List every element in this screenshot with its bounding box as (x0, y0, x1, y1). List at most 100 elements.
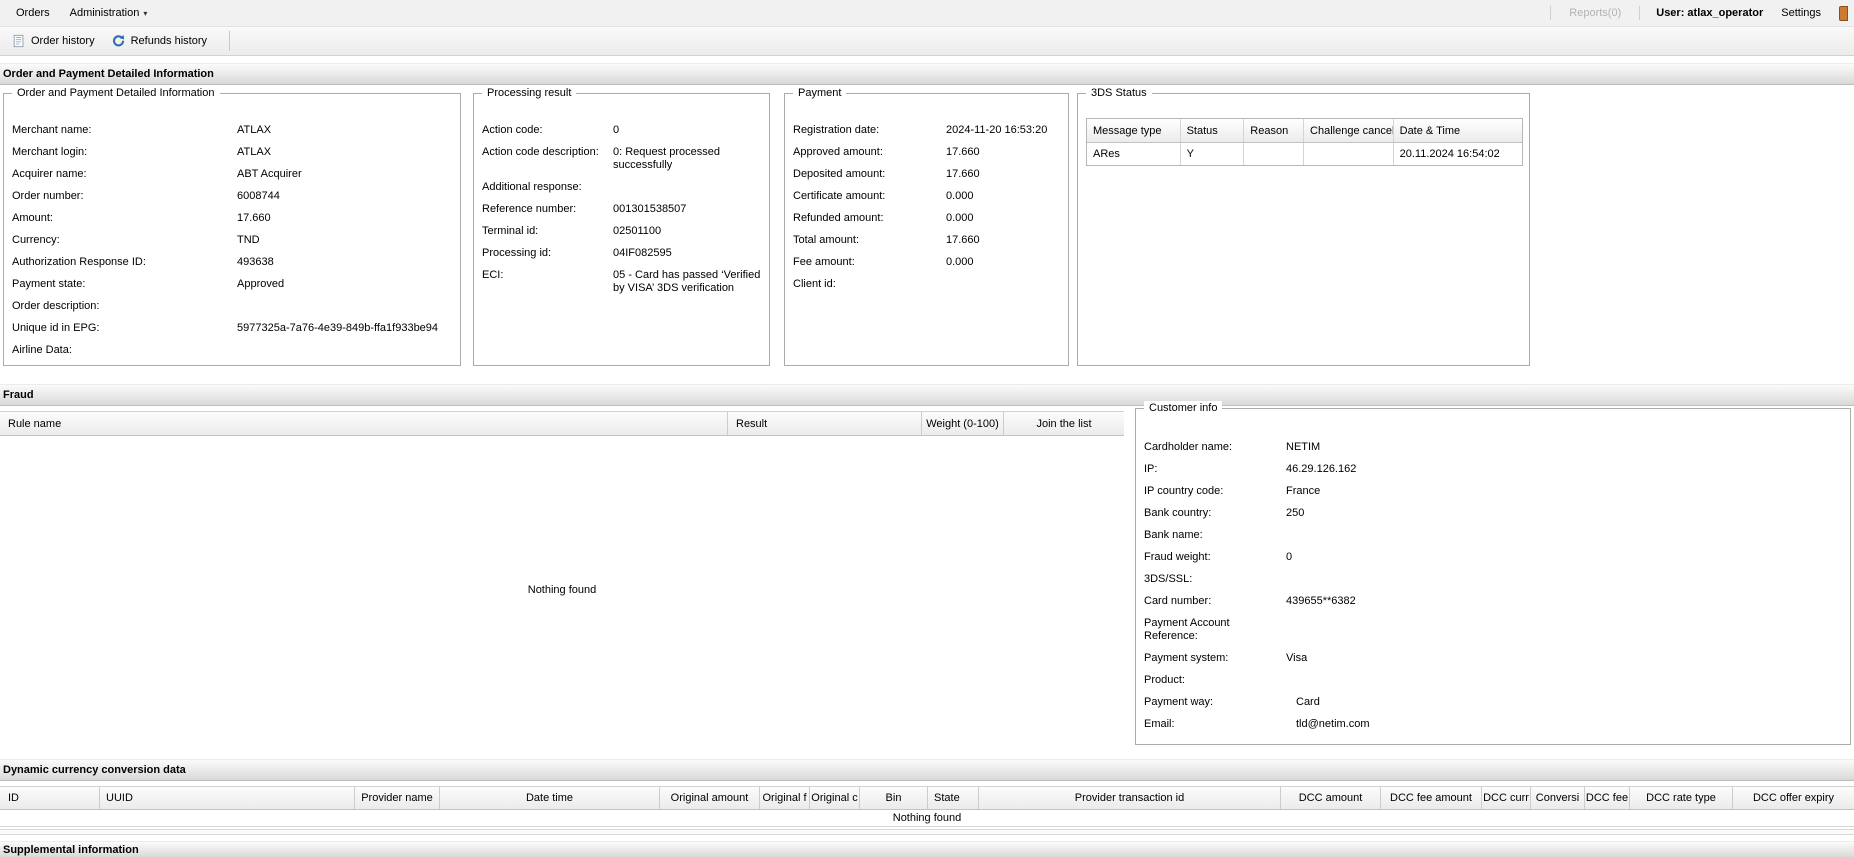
field-value: 0.000 (946, 256, 974, 268)
row-card-number: Card number: 439655**6382 (1144, 595, 1842, 608)
tds-status-legend: 3DS Status (1086, 86, 1152, 100)
dcc-header-cell-dcc-fee-amount: DCC fee amount (1381, 787, 1482, 809)
field-label: IP country code: (1144, 485, 1224, 497)
row-client-id: Client id: (793, 278, 1060, 291)
row-unique-id-epg: Unique id in EPG: 5977325a-7a76-4e39-849… (12, 322, 452, 335)
section-header-supplemental-label: Supplemental information (3, 843, 139, 856)
field-label: Order number: (12, 190, 84, 202)
dcc-header-cell-state: State (928, 787, 979, 809)
section-header-dcc: Dynamic currency conversion data (0, 759, 1854, 781)
row-order-description: Order description: (12, 300, 452, 313)
field-value: TND (237, 234, 260, 246)
current-user-label: User: atlax_operator (1656, 7, 1764, 19)
field-value: 2024-11-20 16:53:20 (946, 124, 1048, 136)
row-bank-country: Bank country: 250 (1144, 507, 1842, 520)
field-label: Certificate amount: (793, 190, 886, 202)
tds-header-cell: Message type (1087, 119, 1181, 142)
field-label: Currency: (12, 234, 60, 246)
field-label: ECI: (482, 269, 504, 281)
row-cardholder-name: Cardholder name: NETIM (1144, 441, 1842, 454)
row-terminal-id: Terminal id: 02501100 (482, 225, 761, 238)
section-header-order-payment-label: Order and Payment Detailed Information (3, 68, 214, 80)
field-label: Payment state: (12, 278, 86, 290)
row-fee-amount: Fee amount: 0.000 (793, 256, 1060, 269)
field-label: Approved amount: (793, 146, 883, 158)
dcc-header-cell-dcc-offer-expiry: DCC offer expiry (1752, 792, 1835, 804)
section-header-order-payment: Order and Payment Detailed Information (0, 63, 1854, 85)
field-value: 493638 (237, 256, 274, 268)
tds-header-cell: Challenge cancel (1304, 119, 1394, 142)
field-label: Processing id: (482, 247, 552, 259)
logout-icon[interactable] (1839, 5, 1848, 21)
field-label: Order description: (12, 300, 100, 312)
field-value: tld@netim.com (1296, 718, 1370, 730)
tds-header-cell: Reason (1244, 119, 1305, 142)
field-value: ABT Acquirer (237, 168, 302, 180)
field-label: Merchant name: (12, 124, 92, 136)
field-label: Payment Account Reference: (1144, 617, 1230, 642)
order-info-body: Merchant name: ATLAX Merchant login: ATL… (4, 94, 460, 365)
dcc-header-cell-id: ID (0, 787, 100, 809)
order-history-label: Order history (31, 35, 95, 47)
field-label: Action code: (482, 124, 543, 136)
field-label: Reference number: (482, 203, 577, 215)
toolbar-separator (229, 31, 231, 51)
customer-info-body: Cardholder name: NETIM IP: 46.29.126.162… (1136, 409, 1850, 744)
fraud-header-cell-join-the-list: Join the list (1036, 417, 1092, 430)
row-authorization-response-id: Authorization Response ID: 493638 (12, 256, 452, 269)
dcc-header-cell-original-currency: Original c (810, 787, 860, 809)
tds-status-header: Message type Status Reason Challenge can… (1087, 119, 1522, 143)
dcc-header-cell-dcc-amount: DCC amount (1281, 787, 1381, 809)
field-value: 0 (613, 124, 620, 136)
row-product: Product: (1144, 674, 1842, 687)
toolbar: Order history Refunds history (0, 26, 1854, 56)
row-ip: IP: 46.29.126.162 (1144, 463, 1842, 476)
refunds-history-button[interactable]: Refunds history (103, 31, 215, 51)
field-value: 46.29.126.162 (1286, 463, 1357, 475)
field-label: Registration date: (793, 124, 880, 136)
field-value: Visa (1286, 652, 1308, 664)
chevron-down-icon: ▾ (143, 8, 148, 18)
menu-bar: Orders Administration ▾ Reports(0) User: … (0, 0, 1854, 26)
order-info-fieldset: Order and Payment Detailed Information M… (3, 86, 461, 366)
dcc-header-cell-dcc-rate-type: DCC rate type (1630, 787, 1733, 809)
menu-item-settings[interactable]: Settings (1771, 0, 1831, 26)
row-action-code: Action code: 0 (482, 124, 761, 137)
field-value: 0.000 (946, 190, 974, 202)
field-value (237, 344, 452, 357)
field-label: Payment way: (1144, 696, 1214, 708)
field-label: Fee amount: (793, 256, 855, 268)
dcc-header-cell-original-amount: Original amount (660, 787, 760, 809)
order-history-button[interactable]: Order history (4, 31, 103, 51)
fraud-header-cell-weight: Weight (0-100) (922, 412, 1004, 435)
refunds-icon (111, 34, 126, 48)
row-deposited-amount: Deposited amount: 17.660 (793, 168, 1060, 181)
field-value: ATLAX (237, 146, 272, 158)
field-label: Airline Data: (12, 344, 72, 356)
menu-item-reports: Reports(0) (1569, 7, 1622, 19)
field-label: Total amount: (793, 234, 860, 246)
field-label: Action code description: (482, 146, 599, 158)
row-3ds-ssl: 3DS/SSL: (1144, 573, 1842, 586)
field-label: Email: (1144, 718, 1175, 730)
field-value: 0.000 (946, 212, 974, 224)
fraud-table-body: Nothing found (0, 436, 1124, 744)
dcc-header-cell-date-time: Date time (440, 787, 660, 809)
row-amount: Amount: 17.660 (12, 212, 452, 225)
field-label: Client id: (793, 278, 836, 290)
field-label: Fraud weight: (1144, 551, 1211, 563)
field-value: Approved (237, 278, 285, 290)
field-label: Acquirer name: (12, 168, 87, 180)
dcc-header-cell-conversion: Conversi (1531, 787, 1585, 809)
menu-item-orders[interactable]: Orders (6, 0, 60, 26)
field-label: Merchant login: (12, 146, 88, 158)
row-currency: Currency: TND (12, 234, 452, 247)
field-value: France (1286, 485, 1321, 497)
field-value (1286, 617, 1842, 643)
dcc-header-cell-provider-name: Provider name (355, 787, 440, 809)
row-acquirer-name: Acquirer name: ABT Acquirer (12, 168, 452, 181)
field-label: Payment system: (1144, 652, 1229, 664)
menu-item-administration[interactable]: Administration ▾ (60, 0, 158, 27)
customer-info-fieldset: Customer info Cardholder name: NETIM IP:… (1135, 401, 1851, 745)
dcc-header-cell-original-fee: Original f (760, 787, 810, 809)
